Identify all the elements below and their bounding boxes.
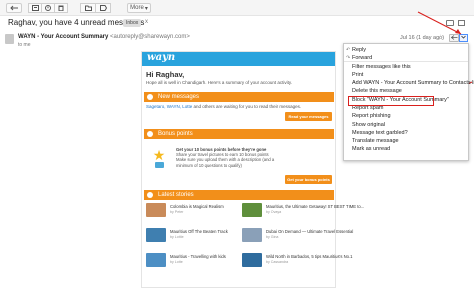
- coin-icon: [147, 131, 153, 137]
- story-author: by Gina: [266, 235, 279, 239]
- menu-item[interactable]: Report phishing: [352, 113, 391, 120]
- sender-name: WAYN - Your Account Summary: [18, 34, 109, 40]
- story-thumbnail[interactable]: [146, 228, 166, 242]
- bonus-badge-image: ★: [152, 148, 166, 162]
- print-all-icon[interactable]: [446, 20, 454, 26]
- archive-button[interactable]: [28, 3, 42, 13]
- sender-email: <autoreply@sharewayn.com>: [110, 34, 190, 40]
- trash-icon: [58, 5, 64, 11]
- action-button-group: [28, 3, 68, 13]
- story-title[interactable]: Mauritius - Travelling with kids: [170, 254, 226, 259]
- story-thumbnail[interactable]: [146, 253, 166, 267]
- story-thumbnail[interactable]: [146, 203, 166, 217]
- chevron-down-icon: ▾: [144, 5, 148, 12]
- move-button-group: [80, 3, 111, 13]
- story-author: by Lottie: [170, 235, 184, 239]
- chevron-down-icon: [461, 35, 466, 39]
- story-thumbnail[interactable]: [242, 203, 262, 217]
- story-thumbnail[interactable]: [242, 228, 262, 242]
- story-title[interactable]: Colombia is Magical Realism: [170, 204, 224, 209]
- more-actions-label: More: [130, 5, 144, 11]
- email-greeting: Hi Raghav,: [146, 70, 185, 79]
- new-messages-names[interactable]: Sagetaro, WAYN, Lotte: [146, 104, 192, 109]
- menu-item[interactable]: Forward: [352, 55, 372, 62]
- reply-button[interactable]: [449, 34, 459, 42]
- move-to-button[interactable]: [80, 3, 96, 13]
- bonus-line-3: Make sure you upload them with a descrip…: [176, 157, 275, 163]
- menu-item[interactable]: Report spam: [352, 105, 384, 112]
- menu-item[interactable]: Message text garbled?: [352, 130, 408, 137]
- more-actions-button[interactable]: More ▾: [127, 3, 151, 13]
- bonus-points-button[interactable]: Get your bonus points: [285, 175, 332, 184]
- delete-button[interactable]: [54, 3, 68, 13]
- menu-item[interactable]: Add WAYN - Your Account Summary to Conta…: [352, 80, 474, 87]
- reply-icon: ↶: [346, 47, 351, 53]
- story-title[interactable]: Mauritius Off The Beaten Track: [170, 229, 228, 234]
- new-messages-rest: and others are waiting for you to read t…: [192, 104, 302, 109]
- book-icon: [147, 192, 153, 198]
- avatar: [5, 34, 14, 44]
- envelope-icon: [147, 94, 153, 100]
- star-icon[interactable]: ☆: [437, 33, 444, 42]
- remove-label-icon[interactable]: x: [145, 19, 148, 25]
- bonus-description: Get your 10 bonus points before they're …: [176, 147, 274, 168]
- latest-stories-title: Latest stories: [158, 192, 194, 198]
- menu-item[interactable]: Show original: [352, 122, 385, 129]
- archive-icon: [31, 5, 39, 11]
- story-title[interactable]: Dubai On Demand — Ultimate Travel Essent…: [266, 229, 353, 234]
- menu-item[interactable]: Delete this message: [352, 88, 402, 95]
- recipient-details[interactable]: to me: [18, 42, 31, 48]
- menu-item[interactable]: Filter messages like this: [352, 64, 411, 71]
- new-window-icon[interactable]: [458, 20, 465, 26]
- menu-item[interactable]: Mark as unread: [352, 146, 390, 153]
- sender-line: WAYN - Your Account Summary <autoreply@s…: [18, 34, 190, 40]
- bonus-points-title: Bonus points: [158, 131, 193, 137]
- bonus-points-header: Bonus points: [144, 129, 334, 139]
- bonus-line-4: minimum of 10 questions to qualify): [176, 162, 242, 168]
- block-highlight-box: [348, 96, 434, 106]
- menu-item[interactable]: Reply: [352, 47, 366, 54]
- new-messages-header: New messages: [144, 92, 334, 102]
- message-more-button[interactable]: [459, 34, 468, 42]
- read-messages-button[interactable]: Read your messages: [285, 112, 332, 121]
- email-body: [141, 51, 336, 288]
- labels-button[interactable]: [95, 3, 111, 13]
- story-author: by Lotte: [170, 260, 183, 264]
- new-messages-text: Sagetaro, WAYN, Lotte and others are wai…: [146, 104, 301, 109]
- new-messages-title: New messages: [158, 94, 200, 100]
- star-badge-icon: ★: [152, 147, 166, 163]
- email-intro: Hope all is well in Chandigarh. Here's a…: [146, 80, 293, 85]
- story-author: by Peter: [170, 210, 184, 214]
- badge-base: [155, 162, 164, 168]
- story-thumbnail[interactable]: [242, 253, 262, 267]
- menu-item[interactable]: Print: [352, 72, 363, 79]
- story-title[interactable]: Wild North in Barbados, 5 tips Mauritius…: [266, 254, 352, 259]
- forward-icon: ↷: [346, 55, 351, 61]
- latest-stories-header: Latest stories: [144, 190, 334, 200]
- folder-icon: [84, 5, 92, 11]
- story-author: by Cassandra: [266, 260, 289, 264]
- reply-icon: [450, 35, 457, 40]
- menu-item[interactable]: Translate message: [352, 138, 399, 145]
- wayn-logo: wayn: [147, 52, 176, 63]
- label-icon: [99, 5, 107, 11]
- arrow-left-icon: [10, 5, 18, 11]
- report-spam-icon: [45, 5, 51, 11]
- gmail-toolbar: [0, 0, 474, 16]
- story-title[interactable]: Mauritius, the Ultimate Getaway! ST BEST…: [266, 204, 364, 209]
- back-button[interactable]: [6, 3, 22, 13]
- report-spam-button[interactable]: [41, 3, 55, 13]
- story-author: by Ovaya: [266, 210, 282, 214]
- inbox-label-tag[interactable]: Inbox: [123, 19, 142, 27]
